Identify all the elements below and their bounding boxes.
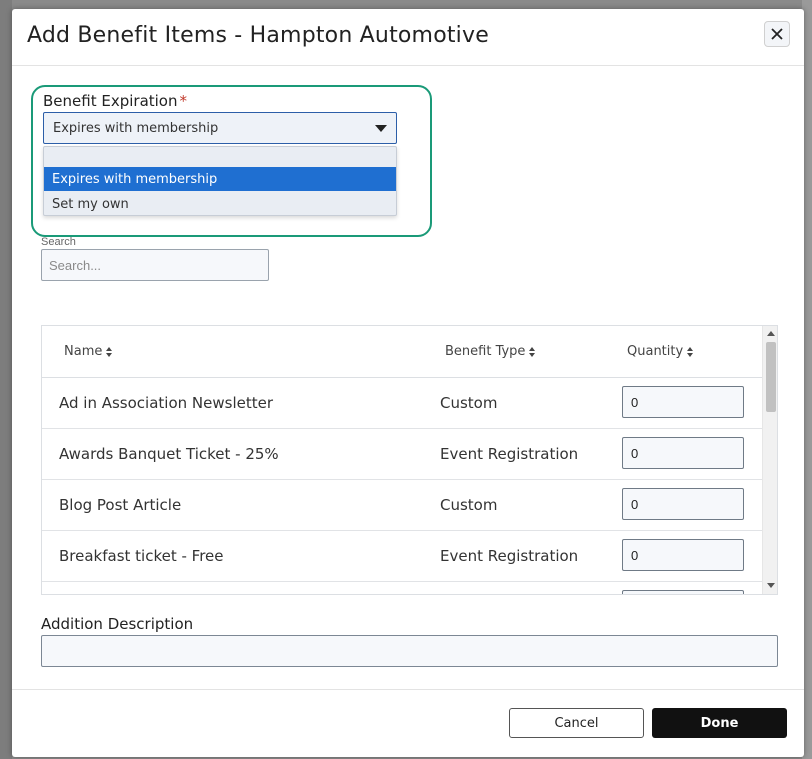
sort-icon — [529, 346, 536, 357]
quantity-input[interactable] — [622, 386, 744, 418]
sort-icon — [106, 346, 113, 357]
benefit-name: Ad in Association Newsletter — [59, 394, 273, 412]
scroll-thumb[interactable] — [766, 342, 776, 412]
benefit-expiration-select[interactable]: Expires with membership — [43, 112, 397, 144]
table-row: Ad in Association Newsletter Custom — [42, 378, 762, 429]
quantity-input[interactable] — [622, 590, 744, 594]
table-header: Name Benefit Type Quantity — [42, 326, 762, 378]
search-label: Search — [41, 236, 76, 248]
benefit-items-table: Name Benefit Type Quantity Ad in Associa… — [41, 325, 778, 595]
table-row-partial — [42, 582, 762, 594]
chevron-down-icon — [375, 125, 387, 132]
column-header-quantity[interactable]: Quantity — [627, 344, 694, 359]
benefit-type: Custom — [440, 496, 498, 514]
benefit-expiration-label: Benefit Expiration * — [43, 92, 187, 110]
search-input[interactable] — [41, 249, 269, 281]
benefit-expiration-value: Expires with membership — [53, 120, 219, 136]
option-expires-with-membership[interactable]: Expires with membership — [44, 167, 396, 191]
benefit-type: Custom — [440, 394, 498, 412]
background-left-edge — [0, 0, 12, 759]
benefit-name: Blog Post Article — [59, 496, 182, 514]
table-row: Breakfast ticket - Free Event Registrati… — [42, 531, 762, 582]
table-row: Blog Post Article Custom — [42, 480, 762, 531]
benefit-expiration-dropdown: Expires with membership Set my own — [43, 146, 397, 216]
modal-title: Add Benefit Items - Hampton Automotive — [27, 23, 489, 48]
modal-header: Add Benefit Items - Hampton Automotive — [12, 9, 804, 66]
scroll-up-icon[interactable] — [767, 331, 775, 336]
addition-description-label: Addition Description — [41, 615, 194, 633]
table-row: Awards Banquet Ticket - 25% Event Regist… — [42, 429, 762, 480]
column-header-benefit-type[interactable]: Benefit Type — [445, 344, 536, 359]
close-button[interactable] — [764, 21, 790, 47]
done-button[interactable]: Done — [652, 708, 787, 738]
close-icon — [771, 28, 783, 40]
option-set-my-own[interactable]: Set my own — [44, 192, 396, 216]
sort-icon — [687, 346, 694, 357]
cancel-button[interactable]: Cancel — [509, 708, 644, 738]
footer-divider — [12, 689, 804, 690]
benefit-name: Breakfast ticket - Free — [59, 547, 224, 565]
benefit-type: Event Registration — [440, 547, 579, 565]
column-header-name[interactable]: Name — [64, 344, 113, 359]
quantity-input[interactable] — [622, 437, 744, 469]
benefit-name: Awards Banquet Ticket - 25% — [59, 445, 279, 463]
add-benefit-items-modal: Add Benefit Items - Hampton Automotive B… — [12, 9, 804, 757]
benefit-type: Event Registration — [440, 445, 579, 463]
required-marker: * — [179, 92, 188, 110]
quantity-input[interactable] — [622, 539, 744, 571]
scroll-down-icon[interactable] — [767, 583, 775, 588]
table-scrollbar[interactable] — [762, 326, 777, 594]
quantity-input[interactable] — [622, 488, 744, 520]
addition-description-input[interactable] — [41, 635, 778, 667]
